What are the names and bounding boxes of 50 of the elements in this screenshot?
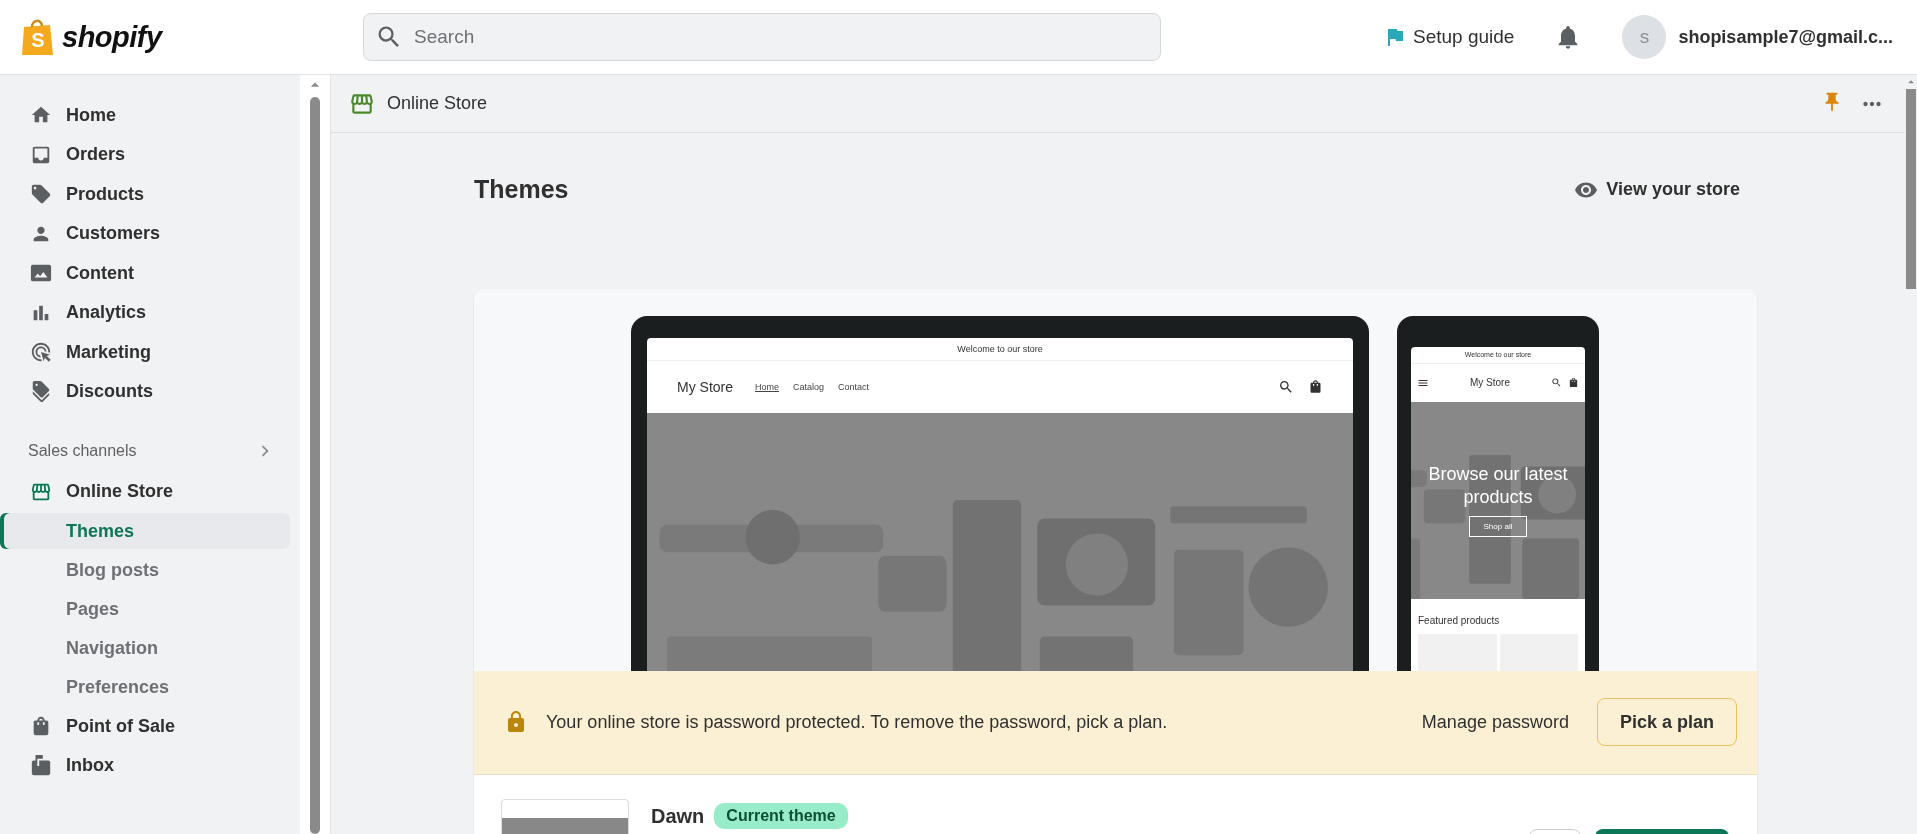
current-theme-badge: Current theme (714, 802, 848, 829)
announcement-bar: Welcome to our store (647, 337, 1353, 361)
search-icon[interactable] (1551, 377, 1562, 389)
setup-guide-link[interactable]: Setup guide (1382, 25, 1515, 49)
section-title: Featured products (1417, 613, 1501, 628)
theme-name: Dawn (651, 804, 705, 828)
scrollbar-thumb[interactable] (1906, 89, 1916, 289)
sidebar-item[interactable]: Customers (0, 215, 300, 252)
section-title: Sales channels (28, 441, 137, 460)
search-icon[interactable] (1278, 378, 1294, 395)
store-name: My Store (1469, 377, 1511, 389)
store-nav-link[interactable]: Contact (838, 381, 870, 392)
discount-icon (30, 380, 52, 403)
search-field[interactable]: Search (363, 13, 1161, 61)
logo-wordmark: shopify (62, 20, 162, 54)
logo-mark: S (20, 17, 56, 57)
sidebar-subitem[interactable]: Navigation (0, 630, 290, 666)
sidebar-item[interactable]: Inbox (0, 747, 300, 784)
cursor-target-icon (30, 341, 52, 363)
scrollbar-thumb[interactable] (310, 97, 320, 834)
account-name[interactable]: shopisample7@gmail.c... (1678, 26, 1893, 48)
sidebar-subitem[interactable]: Pages (0, 591, 290, 627)
bag-icon[interactable] (1308, 378, 1323, 394)
sidebar-subitem[interactable]: Blog posts (0, 552, 290, 588)
sidebar-subitem[interactable]: Preferences (0, 669, 290, 705)
store-name: My Store (677, 378, 733, 395)
store-nav-link[interactable]: Home (755, 381, 780, 392)
pick-plan-button[interactable]: Pick a plan (1596, 698, 1737, 747)
sidebar-item[interactable]: Online Store (0, 473, 300, 510)
banner-message: Your online store is password protected. To remove the password, pick a plan. (546, 711, 1169, 733)
sidebar-item[interactable]: Marketing (0, 334, 300, 370)
hero-title: Browse our latest products (1427, 463, 1569, 509)
view-store-link[interactable]: View your store (1574, 177, 1740, 202)
sidebar-item[interactable]: Orders (0, 136, 300, 173)
tag-icon (30, 183, 52, 205)
manage-password-link[interactable]: Manage password (1421, 711, 1569, 733)
page-header-title: Online Store (387, 93, 488, 114)
sidebar-item[interactable]: Point of Sale (0, 708, 300, 744)
sidebar-item[interactable]: Home (0, 97, 300, 133)
image-icon (30, 262, 52, 284)
bag-icon[interactable] (1568, 377, 1579, 389)
sidebar-item[interactable]: Analytics (0, 294, 300, 331)
mailbox-icon (30, 754, 52, 777)
sidebar-item[interactable]: Discounts (0, 373, 300, 410)
sidebar-item[interactable]: Content (0, 255, 300, 291)
sidebar-subitem[interactable]: Themes (0, 513, 290, 549)
page-title: Themes (474, 175, 569, 205)
shop-all-button[interactable]: Shop all (1468, 516, 1528, 538)
store-nav-link[interactable]: Catalog (793, 381, 825, 392)
sidebar-item[interactable]: Products (0, 176, 300, 212)
